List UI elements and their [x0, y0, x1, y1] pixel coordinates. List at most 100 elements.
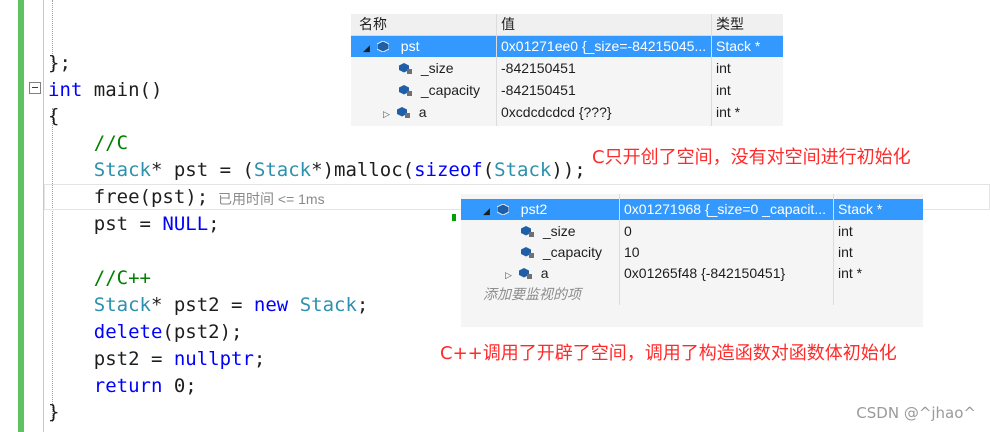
- expand-arrow-icon[interactable]: ▷: [505, 265, 515, 284]
- column-separator[interactable]: [711, 14, 712, 126]
- column-separator[interactable]: [833, 194, 834, 305]
- watch-var-type: int *: [716, 104, 741, 120]
- watch-var-name: pst: [400, 38, 420, 54]
- code-line[interactable]: return 0;: [48, 373, 197, 399]
- code-token: 0;: [162, 375, 197, 397]
- code-line[interactable]: delete(pst2);: [48, 319, 243, 345]
- collapse-toggle-icon[interactable]: [29, 82, 41, 94]
- expand-arrow-icon[interactable]: ▷: [383, 104, 393, 123]
- header-value[interactable]: 值: [501, 14, 701, 35]
- code-token: * pst2 =: [150, 294, 254, 316]
- code-token: return: [93, 375, 163, 397]
- code-token: ;: [356, 294, 369, 316]
- watch-var-type: int: [716, 82, 731, 98]
- watch-var-type: int: [716, 60, 731, 76]
- code-line[interactable]: Stack* pst2 = new Stack;: [48, 292, 369, 318]
- watch-row-pst[interactable]: ◢ pst 0x01271ee0 {_size=-84215045... Sta…: [351, 36, 783, 57]
- code-token: ;: [208, 213, 220, 235]
- member-lock-icon: [399, 85, 412, 96]
- code-line[interactable]: //C: [48, 130, 128, 156]
- code-line[interactable]: //C++: [48, 265, 151, 291]
- watch-row-capacity[interactable]: _capacity -842150451 int: [351, 80, 783, 101]
- watch-var-name: _size: [542, 223, 576, 239]
- watch-row-pst2[interactable]: ◢ pst2 0x01271968 {_size=0 _capacit... S…: [461, 199, 923, 220]
- code-token: Stack: [253, 159, 312, 181]
- code-token: //C: [48, 132, 129, 154]
- code-token: sizeof: [414, 159, 483, 181]
- watermark: CSDN @^jhao^: [856, 404, 976, 422]
- c-annotation: C只开创了空间，没有对空间进行初始化: [592, 147, 911, 168]
- watch-var-name: _capacity: [542, 244, 603, 260]
- watch-row-a[interactable]: ▷ a 0xcdcdcdcd {???} int *: [351, 102, 783, 123]
- code-line[interactable]: {: [48, 103, 59, 129]
- object-icon: [496, 204, 509, 215]
- member-lock-icon: [518, 268, 532, 279]
- watch-var-type: Stack *: [838, 201, 883, 217]
- header-type[interactable]: 类型: [716, 14, 781, 35]
- watch-window-pst2[interactable]: ◢ pst2 0x01271968 {_size=0 _capacit... S…: [461, 194, 923, 327]
- member-lock-icon: [396, 107, 410, 118]
- code-line[interactable]: Stack* pst = (Stack*)malloc(sizeof(Stack…: [48, 157, 586, 183]
- watch-window-pst[interactable]: 名称 值 类型 ◢ pst 0x01271ee0 {_size=-8421504…: [351, 14, 783, 126]
- code-line[interactable]: int main(): [48, 77, 162, 103]
- code-token: Stack: [93, 159, 151, 181]
- watch-var-type: int: [838, 223, 853, 239]
- code-token: int: [48, 79, 83, 101]
- watch-var-type: int: [838, 244, 853, 260]
- watch-row-size[interactable]: _size 0 int: [461, 221, 923, 242]
- code-line[interactable]: };: [48, 50, 71, 76]
- code-token: NULL: [162, 213, 209, 235]
- watch-var-value: 0xcdcdcdcd {???}: [501, 104, 612, 120]
- watch-var-value: -842150451: [501, 82, 576, 98]
- expand-arrow-icon[interactable]: ◢: [483, 201, 493, 220]
- watch-var-type: Stack *: [716, 38, 761, 54]
- breakpoint-indicator: [452, 214, 456, 221]
- add-watch-row[interactable]: 添加要监视的项: [461, 284, 923, 305]
- watch-var-value: 0x01271ee0 {_size=-84215045...: [501, 38, 707, 54]
- gutter-divider: [43, 0, 44, 432]
- code-token: Stack: [93, 294, 151, 316]
- code-token: Stack: [299, 294, 357, 316]
- watch-var-name: a: [418, 104, 427, 120]
- member-lock-icon: [521, 226, 534, 237]
- add-watch-placeholder[interactable]: 添加要监视的项: [483, 284, 683, 305]
- code-line[interactable]: pst2 = nullptr;: [48, 346, 266, 372]
- column-separator[interactable]: [496, 14, 497, 126]
- code-line[interactable]: pst = NULL;: [48, 211, 220, 237]
- header-name[interactable]: 名称: [359, 14, 489, 35]
- watch-var-name: _capacity: [420, 82, 481, 98]
- watch-var-name: a: [540, 265, 549, 281]
- code-token: nullptr: [173, 348, 254, 370]
- code-token: *)malloc(: [311, 159, 415, 181]
- column-separator[interactable]: [619, 194, 620, 305]
- cpp-annotation: C++调用了开辟了空间，调用了构造函数对函数体初始化: [440, 343, 897, 364]
- code-token: //C++: [48, 267, 151, 289]
- code-token: {: [48, 105, 60, 127]
- code-token: main(): [82, 79, 163, 101]
- watch-header-row: 名称 值 类型: [351, 14, 783, 36]
- code-token: ));: [551, 159, 586, 181]
- code-token: };: [48, 52, 71, 74]
- code-token: * pst = (: [150, 159, 254, 181]
- code-token: pst =: [48, 213, 163, 235]
- watch-row-a[interactable]: ▷ a 0x01265f48 {-842150451} int *: [461, 263, 923, 284]
- code-token: new: [253, 294, 289, 316]
- code-token: }: [48, 401, 60, 423]
- code-token: ;: [253, 348, 266, 370]
- member-lock-icon: [521, 247, 534, 258]
- change-indicator-bar: [18, 0, 24, 432]
- watch-row-capacity[interactable]: _capacity 10 int: [461, 242, 923, 263]
- watch-var-value: 0: [624, 223, 632, 239]
- watch-var-type: int *: [838, 265, 863, 281]
- code-token: free(pst);: [48, 186, 209, 208]
- code-line[interactable]: }: [48, 399, 59, 425]
- watch-row-size[interactable]: _size -842150451 int: [351, 58, 783, 79]
- code-token: Stack: [494, 159, 552, 181]
- expand-arrow-icon[interactable]: ◢: [363, 38, 373, 57]
- code-line[interactable]: free(pst);: [48, 184, 208, 210]
- watch-var-value: 0x01271968 {_size=0 _capacit...: [624, 201, 826, 217]
- perf-tip-hint[interactable]: 已用时间 <= 1ms: [218, 189, 325, 209]
